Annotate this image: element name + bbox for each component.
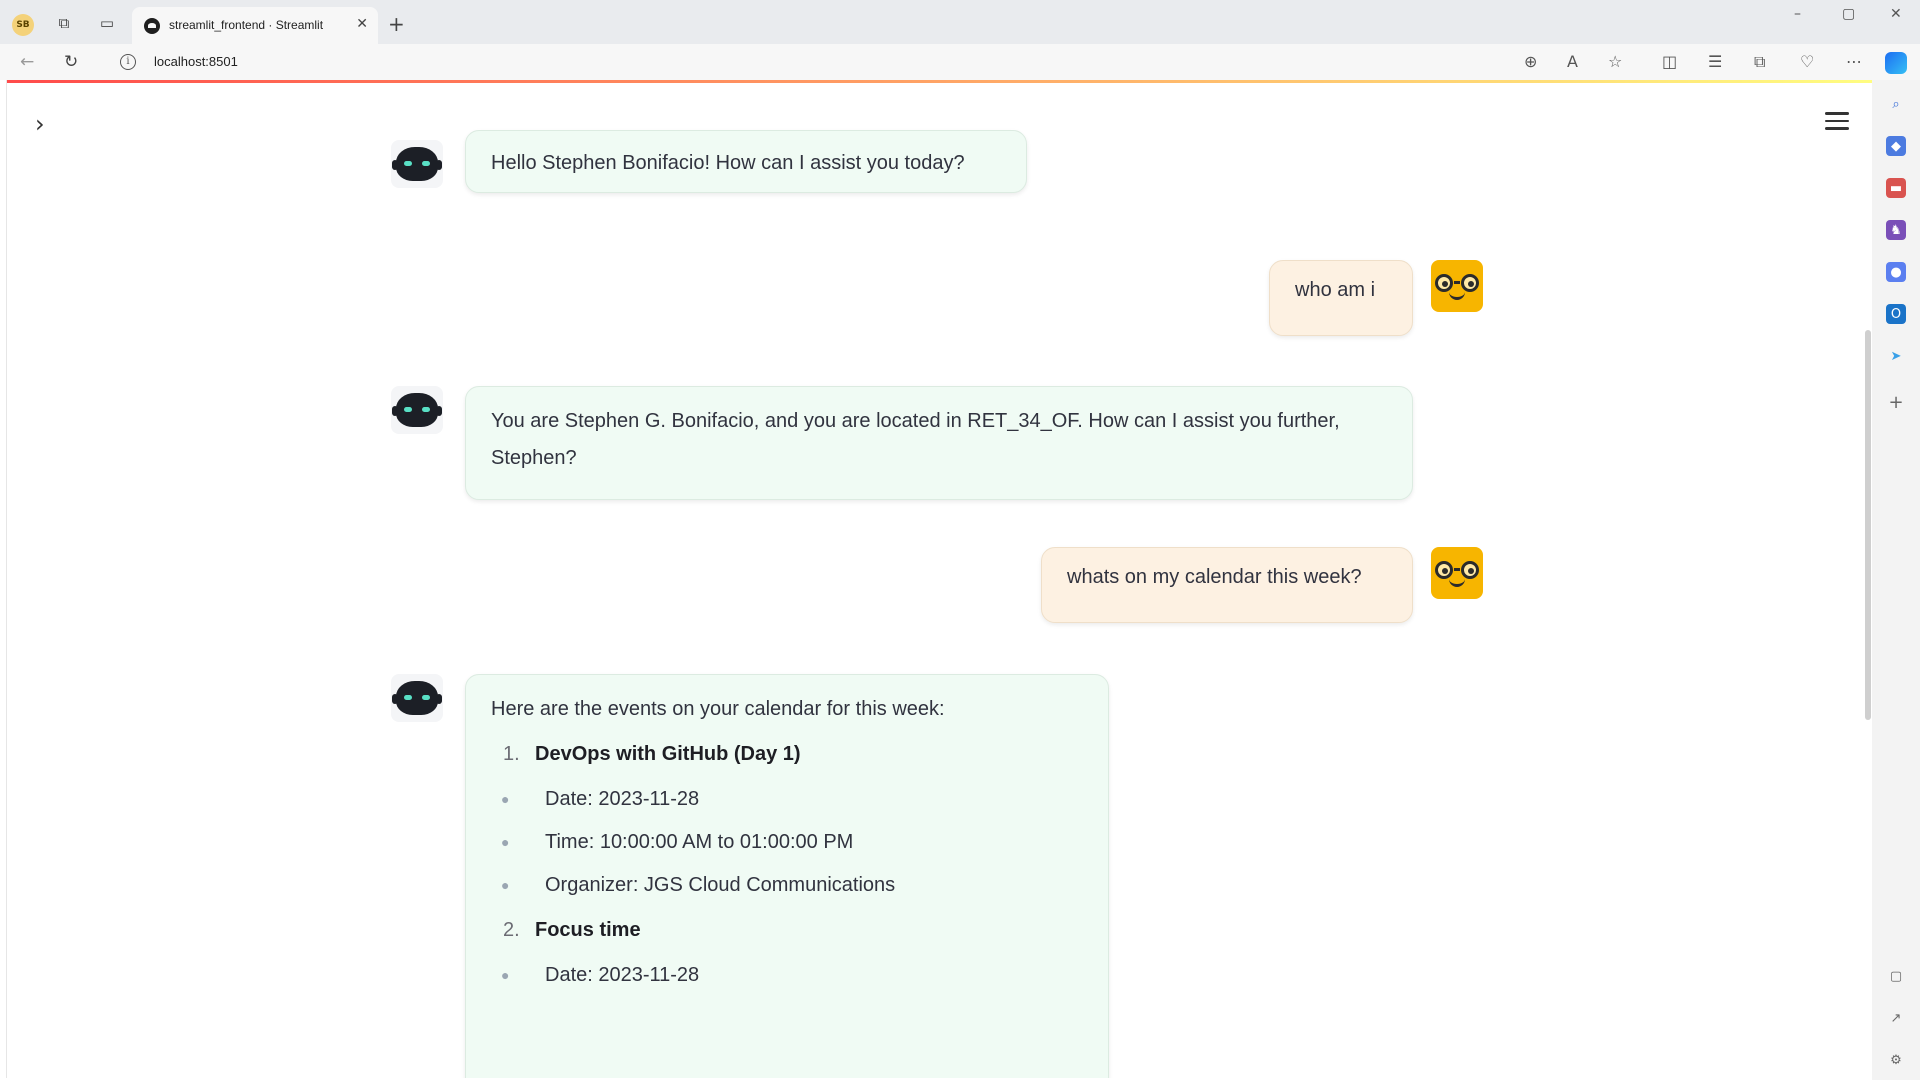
events-list: 1. DevOps with GitHub (Day 1) ● Date: 202… (491, 736, 1083, 994)
event-detail: ● Date: 2023-11-28 (491, 781, 1083, 818)
message-text: Hello Stephen Bonifacio! How can I assis… (491, 152, 965, 174)
events-intro: Here are the events on your calendar for… (491, 698, 945, 720)
site-info-icon[interactable]: i (120, 54, 136, 70)
event-detail: ● Time: 10:00:00 AM to 01:00:00 PM (491, 824, 1083, 861)
nerd-face-icon (1449, 292, 1465, 300)
maximize-icon[interactable]: ▢ (1842, 6, 1855, 22)
tools-icon[interactable]: ▬ (1886, 178, 1906, 198)
copilot-icon[interactable] (1885, 52, 1907, 74)
tab-title: streamlit_frontend · Streamlit (169, 18, 324, 32)
page-scrollbar[interactable] (1865, 330, 1871, 720)
settings-gear-icon[interactable]: ⚙ (1886, 1050, 1906, 1070)
profile-avatar[interactable]: SB (12, 14, 34, 36)
user-avatar (1431, 260, 1483, 312)
message-text: You are Stephen G. Bonifacio, and you ar… (491, 410, 1340, 469)
event-date: Date: 2023-11-28 (545, 788, 700, 810)
extensions-icon[interactable]: ♡ (1800, 52, 1814, 71)
event-number: 1. (503, 743, 520, 765)
assistant-avatar (391, 386, 443, 434)
drop-icon[interactable]: ➤ (1886, 346, 1906, 366)
streamlit-app: › Hello Stephen Bonifacio! How can I ass… (6, 80, 1872, 1078)
read-aloud-icon[interactable]: A (1567, 52, 1578, 71)
main-menu-hamburger-icon[interactable] (1825, 112, 1849, 130)
event-detail: ● Date: 2023-11-28 (491, 957, 1083, 994)
close-tab-icon[interactable]: ✕ (356, 16, 368, 32)
open-external-icon[interactable]: ↗ (1886, 1008, 1906, 1028)
favorites-icon[interactable]: ☰ (1708, 52, 1722, 71)
browser-title-bar: SB ⧉ ▭ streamlit_frontend · Streamlit ✕ … (0, 0, 1920, 44)
assistant-message: Hello Stephen Bonifacio! How can I assis… (465, 130, 1027, 193)
event-item: 2. Focus time (491, 912, 1083, 949)
user-avatar (1431, 547, 1483, 599)
streamlit-favicon-icon (144, 18, 160, 34)
minimize-icon[interactable]: – (1794, 6, 1801, 22)
search-icon[interactable]: ⌕ (1886, 94, 1906, 114)
event-title: DevOps with GitHub (Day 1) (535, 743, 801, 765)
event-number: 2. (503, 919, 520, 941)
event-title: Focus time (535, 919, 641, 941)
hide-sidebar-icon[interactable]: ▢ (1886, 966, 1906, 986)
more-icon[interactable]: ⋯ (1846, 52, 1862, 71)
message-text: who am i (1295, 279, 1376, 301)
event-organizer: Organizer: JGS Cloud Communications (545, 874, 896, 896)
browser-tab[interactable]: streamlit_frontend · Streamlit ✕ (132, 7, 378, 44)
user-message: who am i (1269, 260, 1413, 336)
robot-icon (396, 147, 438, 181)
games-icon[interactable]: ♞ (1886, 220, 1906, 240)
refresh-icon[interactable]: ↻ (64, 52, 78, 72)
event-date: Date: 2023-11-28 (545, 964, 700, 986)
microsoft365-icon[interactable]: ● (1886, 262, 1906, 282)
event-detail: ● Organizer: JGS Cloud Communications (491, 867, 1083, 904)
close-window-icon[interactable]: ✕ (1890, 6, 1902, 22)
new-tab-icon[interactable]: + (388, 12, 405, 36)
outlook-icon[interactable]: O (1886, 304, 1906, 324)
assistant-avatar (391, 674, 443, 722)
back-icon[interactable]: ← (20, 52, 34, 72)
assistant-message: You are Stephen G. Bonifacio, and you ar… (465, 386, 1413, 500)
shopping-icon[interactable]: ◆ (1886, 136, 1906, 156)
header-decoration-bar (7, 80, 1872, 83)
expand-sidebar-chevron-icon[interactable]: › (35, 110, 45, 138)
zoom-icon[interactable]: ⊕ (1524, 52, 1537, 71)
assistant-avatar (391, 140, 443, 188)
event-time: Time: 10:00:00 AM to 01:00:00 PM (545, 831, 854, 853)
user-message: whats on my calendar this week? (1041, 547, 1413, 623)
robot-icon (396, 393, 438, 427)
favorite-star-icon[interactable]: ☆ (1608, 52, 1622, 71)
robot-icon (396, 681, 438, 715)
bullet-icon: ● (501, 834, 510, 850)
split-screen-icon[interactable]: ◫ (1662, 52, 1677, 71)
assistant-message: Here are the events on your calendar for… (465, 674, 1109, 1078)
address-toolbar: ← ↻ i localhost:8501 ⊕ A ☆ ◫ ☰ ⧉ ♡ ⋯ (0, 44, 1920, 80)
tab-actions-icon[interactable]: ▭ (97, 13, 117, 33)
workspaces-icon[interactable]: ⧉ (54, 13, 74, 33)
collections-icon[interactable]: ⧉ (1754, 52, 1765, 72)
message-text: whats on my calendar this week? (1067, 566, 1362, 588)
edge-sidebar: ⌕ ◆ ▬ ♞ ● O ➤ + ▢ ↗ ⚙ (1872, 80, 1920, 1080)
event-item: 1. DevOps with GitHub (Day 1) (491, 736, 1083, 773)
add-sidebar-app-icon[interactable]: + (1886, 392, 1906, 413)
address-bar[interactable]: i localhost:8501 (106, 48, 1506, 76)
nerd-face-icon (1449, 579, 1465, 587)
bullet-icon: ● (501, 967, 510, 983)
bullet-icon: ● (501, 877, 510, 893)
url-text[interactable]: localhost:8501 (154, 54, 238, 69)
bullet-icon: ● (501, 791, 510, 807)
